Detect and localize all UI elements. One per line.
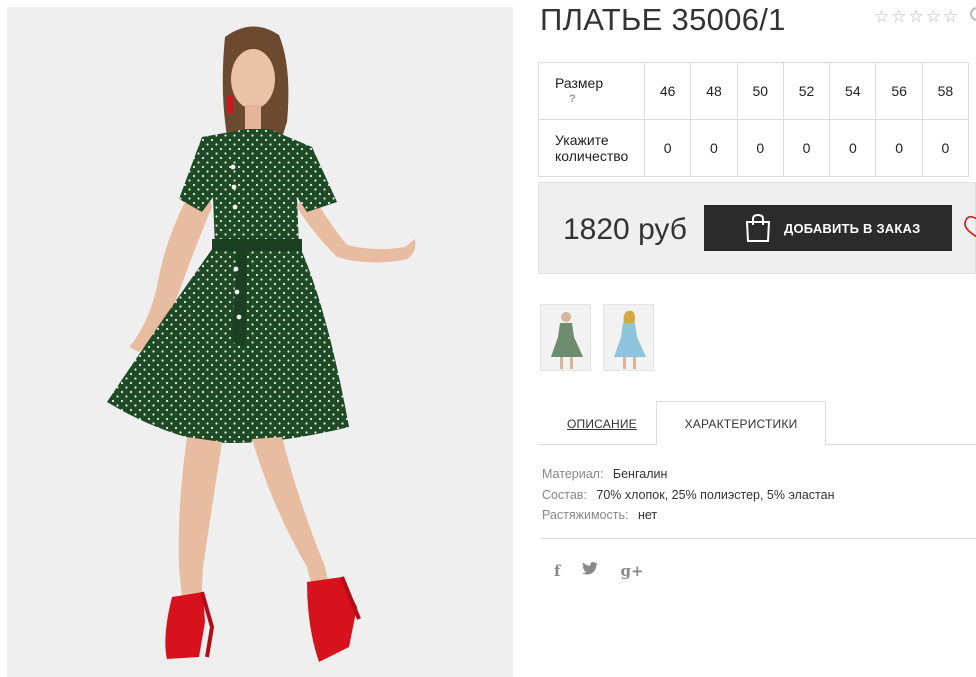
spec-row-material: Материал: Бенгалин: [542, 464, 835, 485]
spec-value: 70% хлопок, 25% полиэстер, 5% эластан: [596, 487, 835, 502]
social-share: f g+: [554, 562, 644, 580]
add-to-order-label: ДОБАВИТЬ В ЗАКАЗ: [784, 221, 921, 236]
size-46: 46: [643, 62, 692, 120]
shopping-bag-icon: [744, 213, 772, 246]
product-tabs: ОПИСАНИЕ ХАРАКТЕРИСТИКИ: [538, 400, 976, 446]
size-quantity-table: Размер ? 46 48 50 52 54 56 58 Укажите ко…: [538, 62, 970, 177]
rating-count-edge: [970, 7, 976, 21]
size-label: Размер: [555, 75, 604, 91]
divider: [540, 538, 976, 539]
add-to-order-button[interactable]: ДОБАВИТЬ В ЗАКАЗ: [704, 205, 952, 251]
purchase-box: 1820 руб ДОБАВИТЬ В ЗАКАЗ: [538, 182, 976, 274]
size-help-link[interactable]: ?: [555, 91, 644, 107]
spec-key: Материал:: [542, 467, 604, 481]
size-52: 52: [782, 62, 831, 120]
product-title: ПЛАТЬЕ 35006/1: [540, 2, 786, 37]
size-58: 58: [921, 62, 970, 120]
characteristics-list: Материал: Бенгалин Состав: 70% хлопок, 2…: [542, 464, 835, 526]
quantity-label: Укажите количество: [538, 119, 645, 177]
rating-stars[interactable]: ☆ ☆ ☆ ☆ ☆: [874, 8, 958, 25]
quantity-input-58[interactable]: 0: [921, 119, 970, 177]
size-row: Размер ? 46 48 50 52 54 56 58: [538, 62, 970, 120]
spec-value: нет: [637, 508, 658, 522]
quantity-input-46[interactable]: 0: [643, 119, 692, 177]
star-icon[interactable]: ☆: [891, 8, 906, 25]
star-icon[interactable]: ☆: [874, 8, 889, 25]
quantity-input-48[interactable]: 0: [690, 119, 738, 177]
price: 1820 руб: [563, 213, 687, 246]
quantity-input-54[interactable]: 0: [829, 119, 877, 177]
star-icon[interactable]: ☆: [943, 8, 958, 25]
spec-key: Растяжимость:: [542, 508, 629, 522]
size-label-cell: Размер ?: [538, 62, 645, 120]
spec-row-composition: Состав: 70% хлопок, 25% полиэстер, 5% эл…: [542, 485, 835, 506]
model-in-green-dress-illustration: [7, 7, 513, 677]
quantity-input-56[interactable]: 0: [875, 119, 923, 177]
facebook-icon[interactable]: f: [554, 562, 560, 580]
size-50: 50: [736, 62, 784, 120]
quantity-row: Укажите количество 0 0 0 0 0 0 0: [538, 119, 970, 177]
product-details-panel: ПЛАТЬЕ 35006/1 ☆ ☆ ☆ ☆ ☆ Размер ? 46 48 …: [538, 0, 976, 677]
green-dress-thumbnail[interactable]: [540, 304, 591, 371]
twitter-icon[interactable]: [582, 562, 599, 580]
blue-dress-thumbnail[interactable]: [603, 304, 654, 371]
star-icon[interactable]: ☆: [926, 8, 941, 25]
tab-description[interactable]: ОПИСАНИЕ: [567, 417, 637, 431]
heart-icon[interactable]: [963, 215, 976, 244]
thumbnail-gallery: [540, 304, 654, 371]
quantity-input-50[interactable]: 0: [736, 119, 784, 177]
quantity-input-52[interactable]: 0: [782, 119, 831, 177]
tab-characteristics[interactable]: ХАРАКТЕРИСТИКИ: [656, 401, 826, 446]
spec-key: Состав:: [542, 487, 587, 502]
product-main-image[interactable]: [7, 7, 513, 677]
googleplus-icon[interactable]: g+: [620, 562, 643, 580]
star-icon[interactable]: ☆: [909, 8, 924, 25]
size-48: 48: [690, 62, 738, 120]
spec-value: Бенгалин: [612, 467, 668, 481]
spec-row-stretch: Растяжимость: нет: [542, 505, 835, 526]
size-56: 56: [875, 62, 923, 120]
size-54: 54: [829, 62, 877, 120]
